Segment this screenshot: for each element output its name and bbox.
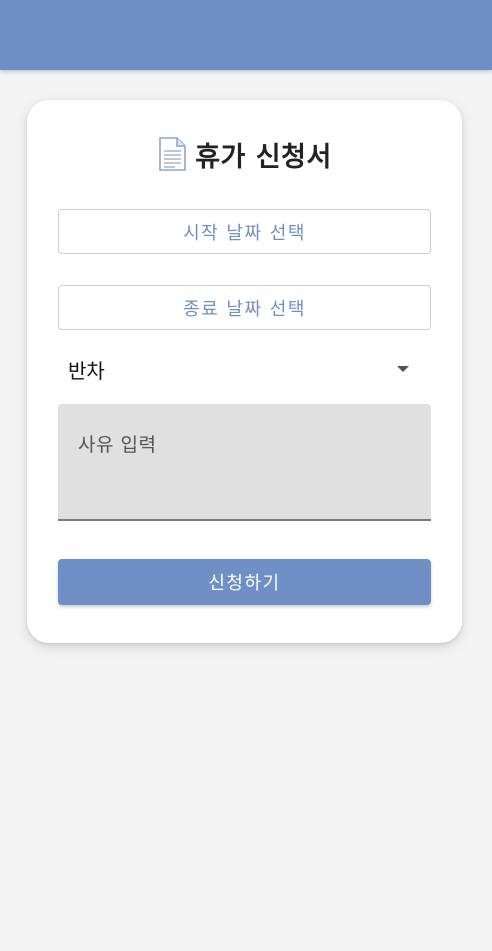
page-title: 휴가 신청서 (195, 141, 332, 173)
form-title-row: 휴가 신청서 (27, 134, 462, 174)
end-date-button[interactable]: 종료 날짜 선택 (58, 285, 431, 330)
end-date-label: 종료 날짜 선택 (183, 298, 306, 320)
start-date-label: 시작 날짜 선택 (183, 222, 306, 244)
submit-button[interactable]: 신청하기 (58, 559, 431, 605)
leave-type-select[interactable]: 반차 (58, 348, 431, 390)
reason-textarea[interactable]: 사유 입력 (58, 404, 431, 521)
document-icon (157, 137, 187, 171)
reason-placeholder: 사유 입력 (78, 434, 157, 456)
start-date-button[interactable]: 시작 날짜 선택 (58, 209, 431, 254)
leave-request-card: 휴가 신청서 시작 날짜 선택 종료 날짜 선택 반차 사유 입력 신청하기 (27, 100, 462, 643)
app-bar (0, 0, 492, 70)
chevron-down-icon (397, 366, 409, 372)
submit-label: 신청하기 (208, 573, 281, 594)
leave-type-value: 반차 (68, 358, 105, 383)
